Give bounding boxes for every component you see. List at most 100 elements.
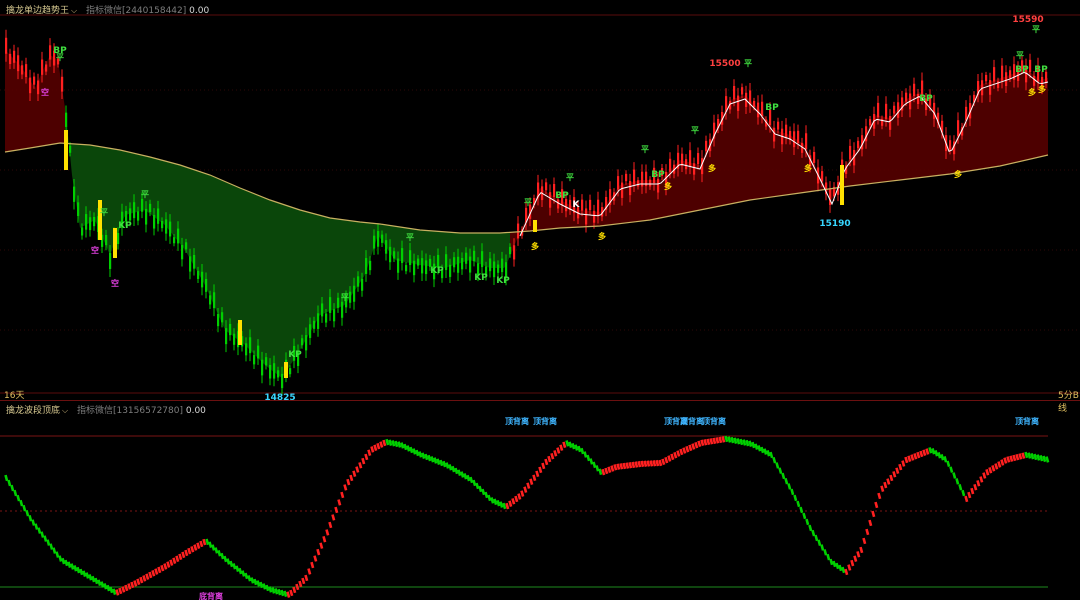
oscillator-panel[interactable]: 顶背离 顶背离 顶背离 顶背离 顶背离 顶背离 底背离 擒龙波段顶底 ⌵ 指标微信[13156… xyxy=(0,400,1080,600)
ping-marker-6: 平 xyxy=(566,173,574,182)
candle-body xyxy=(869,119,872,126)
candle-body xyxy=(349,291,352,303)
candle-body xyxy=(669,158,672,172)
ping-marker-5: 平 xyxy=(524,198,532,207)
osc-bar xyxy=(1039,454,1044,462)
osc-bar xyxy=(985,469,990,476)
osc-bar xyxy=(307,568,312,575)
osc-bar xyxy=(787,483,792,490)
main-indicator-dropdown-icon[interactable]: ⌵ xyxy=(71,6,77,16)
osc-bar xyxy=(199,540,204,548)
osc-bar xyxy=(541,462,546,470)
candle-body xyxy=(153,214,156,229)
osc-bar xyxy=(1030,452,1035,460)
osc-bar xyxy=(742,439,747,446)
candle-body xyxy=(89,217,92,231)
signal-marker-8: KP xyxy=(288,350,302,360)
osc-bar xyxy=(274,588,279,595)
candle-body xyxy=(145,208,148,225)
osc-bar xyxy=(346,478,351,486)
candle-body xyxy=(593,210,596,223)
candle-body xyxy=(277,370,280,378)
kong-marker-1: 空 xyxy=(111,278,119,288)
osc-bar xyxy=(544,458,549,466)
osc-bar xyxy=(982,472,987,479)
osc-bar xyxy=(484,491,489,499)
signal-marker-6: BP xyxy=(1034,65,1048,75)
osc-bar xyxy=(856,551,861,558)
signal-marker-3: BP xyxy=(765,103,779,113)
candle-body xyxy=(581,199,584,211)
candle-body xyxy=(501,258,504,273)
osc-bar xyxy=(151,570,156,577)
osc-bar xyxy=(7,479,12,487)
signal-marker-11: KP xyxy=(496,276,510,286)
candle-body xyxy=(317,313,320,329)
ping-marker-11: 平 xyxy=(1032,25,1040,34)
candle-body xyxy=(301,338,304,346)
candle-body xyxy=(173,237,176,244)
osc-bar xyxy=(994,463,999,470)
candle-body xyxy=(821,171,824,182)
osc-bar xyxy=(298,580,303,588)
main-indicator-value: 0.00 xyxy=(189,6,210,16)
main-price-panel[interactable]: BP BP BP BP BP BP BP KP KP KP KP KP K 平平平平平平平平平平平平空空空… xyxy=(0,0,1080,414)
osc-bar xyxy=(289,589,294,597)
kong-marker-2: 空 xyxy=(41,87,49,97)
candle-body xyxy=(381,234,384,243)
candle-body xyxy=(357,276,360,287)
osc-bar xyxy=(475,482,480,490)
osc-panel-header: 擒龙波段顶底 ⌵ 指标微信[13156572780] 0.00 xyxy=(6,403,206,416)
osc-bar xyxy=(334,506,339,514)
candle-body xyxy=(165,219,168,234)
ping-marker-8: 平 xyxy=(691,126,699,135)
osc-bar xyxy=(220,552,225,560)
candle-body xyxy=(413,260,416,276)
osc-bar xyxy=(883,481,888,489)
osc-bar xyxy=(16,494,21,502)
candle-body xyxy=(325,313,328,323)
osc-bar xyxy=(211,544,216,551)
candle-body xyxy=(933,102,936,119)
candle-body xyxy=(637,180,640,187)
candle-body xyxy=(261,359,264,376)
candle-body xyxy=(473,250,476,262)
osc-bar xyxy=(391,440,396,447)
candle-body xyxy=(633,169,636,185)
candle-body xyxy=(597,199,600,216)
candle-body xyxy=(289,368,292,375)
osc-bar xyxy=(991,465,996,472)
candle-body xyxy=(1033,75,1036,86)
osc-bar xyxy=(889,474,894,482)
osc-bar xyxy=(547,455,552,463)
candle-body xyxy=(221,312,224,323)
main-indicator-contact: 指标微信[2440158442] xyxy=(85,6,187,16)
osc-bar xyxy=(538,466,543,474)
mid-high-price-label: 15500 xyxy=(709,59,740,69)
candle-body xyxy=(885,103,888,120)
osc-bar xyxy=(850,559,855,567)
osc-bar xyxy=(871,510,876,518)
candle-body xyxy=(425,260,428,275)
osc-indicator-dropdown-icon[interactable]: ⌵ xyxy=(62,406,68,416)
candle-body xyxy=(777,121,780,130)
osc-bar xyxy=(352,470,357,477)
osc-bar xyxy=(514,495,519,503)
candle-body xyxy=(21,65,24,75)
osc-bar xyxy=(550,452,555,460)
top-divergence-4: 顶背离 xyxy=(702,416,726,426)
candle-body xyxy=(281,373,284,389)
candle-body xyxy=(129,208,132,221)
candle-body xyxy=(733,85,736,100)
candle-body xyxy=(697,153,700,165)
candle-body xyxy=(105,234,108,246)
candle-body xyxy=(585,208,588,225)
osc-bar xyxy=(673,451,678,459)
osc-bar xyxy=(193,544,198,551)
candle-body xyxy=(249,337,252,354)
osc-bar xyxy=(4,474,9,482)
candle-body xyxy=(9,53,12,65)
candle-body xyxy=(273,363,276,379)
top-divergence-0: 顶背离 xyxy=(505,416,529,426)
osc-bar xyxy=(217,550,222,557)
